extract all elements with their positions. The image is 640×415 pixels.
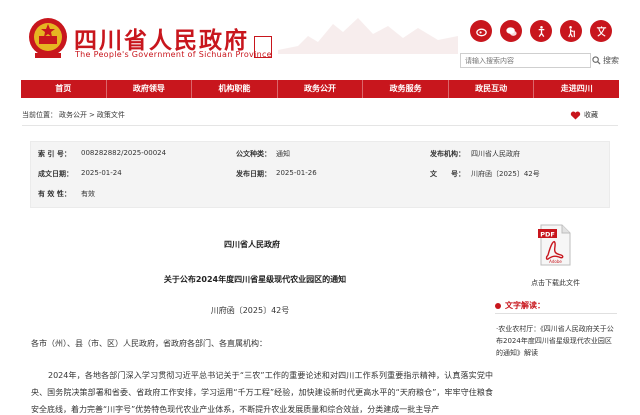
document-number: 川府函〔2025〕42号 (210, 306, 290, 315)
breadcrumb-item-policy[interactable]: 政策文件 (97, 110, 125, 120)
nav-item-interaction[interactable]: 政民互动 (449, 80, 535, 98)
seal-stamp (254, 36, 272, 58)
interpretation-title: 文字解读： (505, 301, 545, 310)
nav-item-home[interactable]: 首页 (21, 80, 107, 98)
document-info-table: 索 引 号： 008282882/2025-00024 公文种类： 通知 发布机… (30, 141, 610, 208)
search-input[interactable] (460, 53, 591, 68)
nav-item-services[interactable]: 政务服务 (363, 80, 449, 98)
document-org: 四川省人民政府 (224, 240, 280, 249)
pdf-download-link[interactable]: 点击下载此文件 (531, 278, 580, 288)
breadcrumb-separator: > (89, 111, 95, 119)
interpretation-header: 文字解读： (495, 298, 617, 314)
search-icon (592, 56, 601, 65)
heart-icon (570, 111, 581, 120)
pdf-badge-text: PDF (540, 230, 555, 238)
breadcrumb: 当前位置： 政务公开 > 政策文件 (22, 110, 127, 120)
elder-mode-icon[interactable] (560, 20, 582, 42)
site-header: 四川省人民政府 The People's Government of Sichu… (0, 0, 640, 76)
divider (22, 125, 618, 126)
main-nav: 首页 政府领导 机构职能 政务公开 政务服务 政民互动 走进四川 (21, 80, 619, 98)
search-button-label: 搜索 (603, 56, 619, 65)
docno-label: 文 号： (430, 170, 465, 178)
index-no-value: 008282882/2025-00024 (81, 149, 167, 157)
document-addressee: 各市（州）、县（市、区）人民政府，省政府各部门、各直属机构： (31, 339, 267, 348)
created-label: 成文日期： (38, 170, 73, 178)
pdf-download-icon[interactable]: PDF Adobe (537, 224, 573, 266)
issuer-label: 发布机构： (430, 150, 465, 158)
nav-item-agencies[interactable]: 机构职能 (192, 80, 278, 98)
interpretation-link[interactable]: ·农业农村厅：《四川省人民政府关于公布2024年度四川省星级现代农业园区的通知》… (496, 323, 618, 359)
docno-value: 川府函〔2025〕42号 (471, 170, 540, 178)
collect-label: 收藏 (584, 111, 598, 119)
accessibility-icon[interactable] (530, 20, 552, 42)
skyline-decoration-icon (278, 18, 458, 54)
category-value: 通知 (276, 150, 290, 158)
published-label: 发布日期： (236, 170, 271, 178)
bullet-dot-icon (495, 302, 501, 309)
breadcrumb-item-open-gov[interactable]: 政务公开 (59, 110, 87, 120)
weibo-icon[interactable] (470, 20, 492, 42)
index-no-label: 索 引 号： (38, 150, 71, 158)
national-emblem-icon (29, 18, 67, 58)
validity-label: 有 效 性： (38, 190, 71, 198)
search-button[interactable]: 搜索 (592, 53, 622, 68)
category-label: 公文种类： (236, 150, 271, 158)
nav-item-open-gov[interactable]: 政务公开 (278, 80, 364, 98)
breadcrumb-prefix: 当前位置： (22, 111, 57, 119)
document-title: 关于公布2024年度四川省星级现代农业园区的通知 (163, 275, 347, 284)
nav-item-leaders[interactable]: 政府领导 (107, 80, 193, 98)
top-icon-bar (470, 20, 612, 42)
created-value: 2025-01-24 (81, 169, 122, 177)
nav-item-about-sichuan[interactable]: 走进四川 (534, 80, 619, 98)
wechat-icon[interactable] (500, 20, 522, 42)
language-icon[interactable] (590, 20, 612, 42)
document-paragraph: 2024年，各地各部门深入学习贯彻习近平总书记关于“三农”工作的重要论述和对四川… (31, 371, 493, 414)
site-subtitle: The People's Government of Sichuan Provi… (75, 50, 272, 59)
validity-value: 有效 (81, 190, 95, 198)
collect-button[interactable]: 收藏 (570, 110, 598, 120)
issuer-value: 四川省人民政府 (471, 150, 520, 158)
pdf-brand-text: Adobe (549, 259, 562, 264)
published-value: 2025-01-26 (276, 169, 317, 177)
